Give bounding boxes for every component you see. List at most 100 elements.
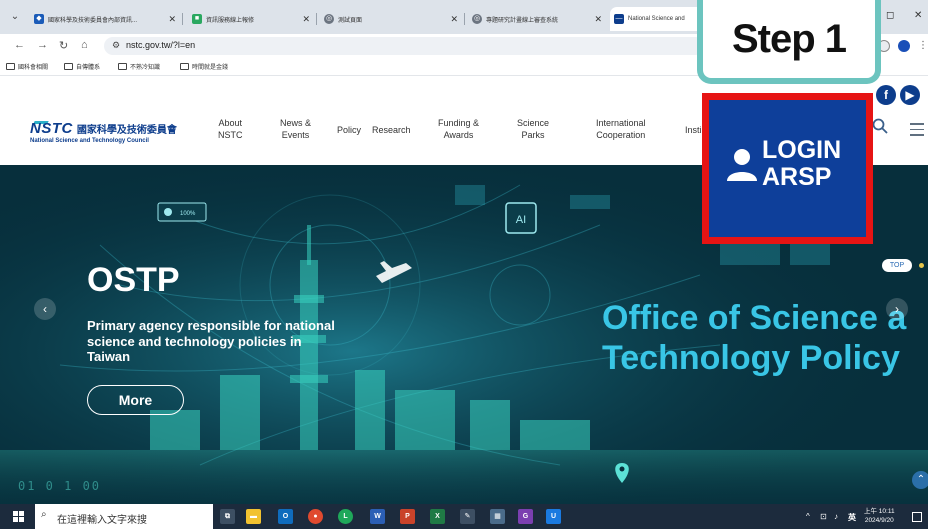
windows-taskbar: ⌕ 在這裡輸入文字來搜 ⧉ ▬ O ● L W P X ✎ ▦ G U ^ ⊡ … [0,504,928,529]
bookmark-label: 時間就是金錢 [192,65,229,71]
nav-about[interactable]: About NSTC [218,117,243,141]
hero-title: OSTP [87,261,180,299]
tab-divider [464,13,465,25]
volume-icon[interactable]: ♪ [834,512,838,521]
hero-office-heading: Office of Science a Technology Policy [602,298,906,378]
bookmark-label: 不熟冷知識 [130,65,161,71]
tab-label: 測試頁面 [338,17,363,24]
browser-menu-icon[interactable]: ⋮ [918,40,928,51]
nav-label: Events [281,130,310,140]
tab-search-icon[interactable]: ⌄ [8,10,22,24]
close-tab-icon[interactable]: ✕ [168,14,176,25]
profile-avatar-icon[interactable] [898,40,910,52]
step-callout: Step 1 [697,0,881,84]
nav-institutions[interactable]: Insti [685,124,702,136]
tab-nstc-active[interactable]: — National Science and [610,7,706,31]
outlook-icon[interactable]: O [278,509,293,524]
input-language[interactable]: 英 [848,512,856,523]
tab-it-service[interactable]: ■ 資訊服務線上報修 ✕ [188,7,314,31]
carousel-next-icon[interactable]: › [886,298,908,320]
youtube-icon[interactable]: ▶ [900,85,920,105]
binary-decoration: 01 0 1 00 [18,479,102,493]
tray-chevron-icon[interactable]: ^ [806,512,810,521]
blue-app-icon[interactable]: U [546,509,561,524]
forward-icon[interactable]: → [37,39,48,51]
nav-label: Science [517,118,550,128]
notification-icon[interactable] [912,512,922,522]
close-window-icon[interactable]: ✕ [914,10,922,21]
folder-icon [64,63,73,70]
login-line-1: LOGIN [762,136,842,164]
task-view-icon[interactable]: ⧉ [220,509,235,524]
nav-label: News & [280,118,312,128]
percent-badge: 100% [157,202,207,222]
nav-research[interactable]: Research [372,124,411,136]
address-bar[interactable]: ⚙ nstc.gov.tw/?l=en [104,37,704,55]
hero-description: Primary agency responsible for national … [87,318,335,364]
chrome-icon[interactable]: ● [308,509,323,524]
restore-window-icon[interactable]: ◻ [886,10,894,21]
bookmark-folder-4[interactable]: 時間就是金錢 [180,62,228,71]
nstc-favicon-icon: ◆ [34,14,44,24]
nav-funding-awards[interactable]: Funding & Awards [438,117,479,141]
search-icon[interactable] [872,118,888,134]
login-line-2: ARSP [762,163,832,191]
nav-news-events[interactable]: News & Events [280,117,311,141]
line-icon[interactable]: L [338,509,353,524]
site-info-icon[interactable]: ⚙ [112,40,120,51]
facebook-icon[interactable]: f [876,85,896,105]
home-icon[interactable]: ⌂ [81,39,88,51]
clock-date: 2024/9/20 [864,517,894,524]
search-placeholder: 在這裡輸入文字來搜 [57,515,147,526]
service-favicon-icon: ■ [192,14,202,24]
powerpoint-icon[interactable]: P [400,509,415,524]
logo-english-name: National Science and Technology Council [30,138,149,144]
calculator-icon[interactable]: ▦ [490,509,505,524]
purple-app-icon[interactable]: G [518,509,533,524]
hamburger-menu-icon[interactable] [910,123,924,140]
nstc-logo[interactable]: NSTC 國家科學及技術委員會 National Science and Tec… [30,120,177,144]
ai-chip-icon: AI [505,202,537,234]
nav-policy[interactable]: Policy [337,124,361,136]
back-icon[interactable]: ← [14,39,25,51]
nav-international-cooperation[interactable]: International Cooperation [596,117,646,141]
taskbar-search-box[interactable]: ⌕ 在這裡輸入文字來搜 [35,504,213,529]
excel-icon[interactable]: X [430,509,445,524]
percent-label: 100% [180,211,196,217]
tab-nstc-internal[interactable]: ◆ 國家科學及技術委員會內部資訊... ✕ [30,7,180,31]
windows-start-icon[interactable] [13,511,25,523]
search-icon: ⌕ [41,509,47,520]
file-explorer-icon[interactable]: ▬ [246,509,261,524]
login-label: LOGIN ARSP [762,137,841,191]
tab-project-review[interactable]: ◎ 專題研究計畫線上審查系統 ✕ [468,7,606,31]
nav-label: Cooperation [596,130,646,140]
more-button[interactable]: More [87,385,184,415]
close-tab-icon[interactable]: ✕ [450,14,458,25]
nav-science-parks[interactable]: Science Parks [517,117,549,141]
tab-test-page[interactable]: ◎ 測試頁面 ✕ [320,7,462,31]
back-to-top-button[interactable]: TOP [882,259,912,272]
login-arsp-button[interactable]: LOGIN ARSP [702,93,873,244]
tab-label: National Science and [628,16,685,22]
bookmark-label: 自傳體系 [76,65,101,71]
scroll-up-icon[interactable]: ⌃ [912,471,928,489]
reload-icon[interactable]: ↻ [59,39,68,52]
logo-chinese-name: 國家科學及技術委員會 [76,125,177,136]
nav-label: Insti [685,125,702,135]
close-tab-icon[interactable]: ✕ [594,14,602,25]
ai-chip-label: AI [516,214,526,226]
feather-app-icon[interactable]: ✎ [460,509,475,524]
globe-icon: ◎ [472,14,482,24]
tab-divider [316,13,317,25]
bookmark-folder-3[interactable]: 不熟冷知識 [118,62,160,71]
word-icon[interactable]: W [370,509,385,524]
carousel-prev-icon[interactable]: ‹ [34,298,56,320]
network-icon[interactable]: ⊡ [820,512,827,521]
system-clock[interactable]: 上午 10:11 2024/9/20 [864,507,895,525]
bookmark-folder-1[interactable]: 國科會相關 [6,62,48,71]
bookmark-folder-2[interactable]: 自傳體系 [64,62,100,71]
nav-label: Awards [443,130,474,140]
heading-line-1: Office of Science a [602,299,907,337]
close-tab-icon[interactable]: ✕ [302,14,310,25]
clock-time: 上午 10:11 [864,508,895,515]
